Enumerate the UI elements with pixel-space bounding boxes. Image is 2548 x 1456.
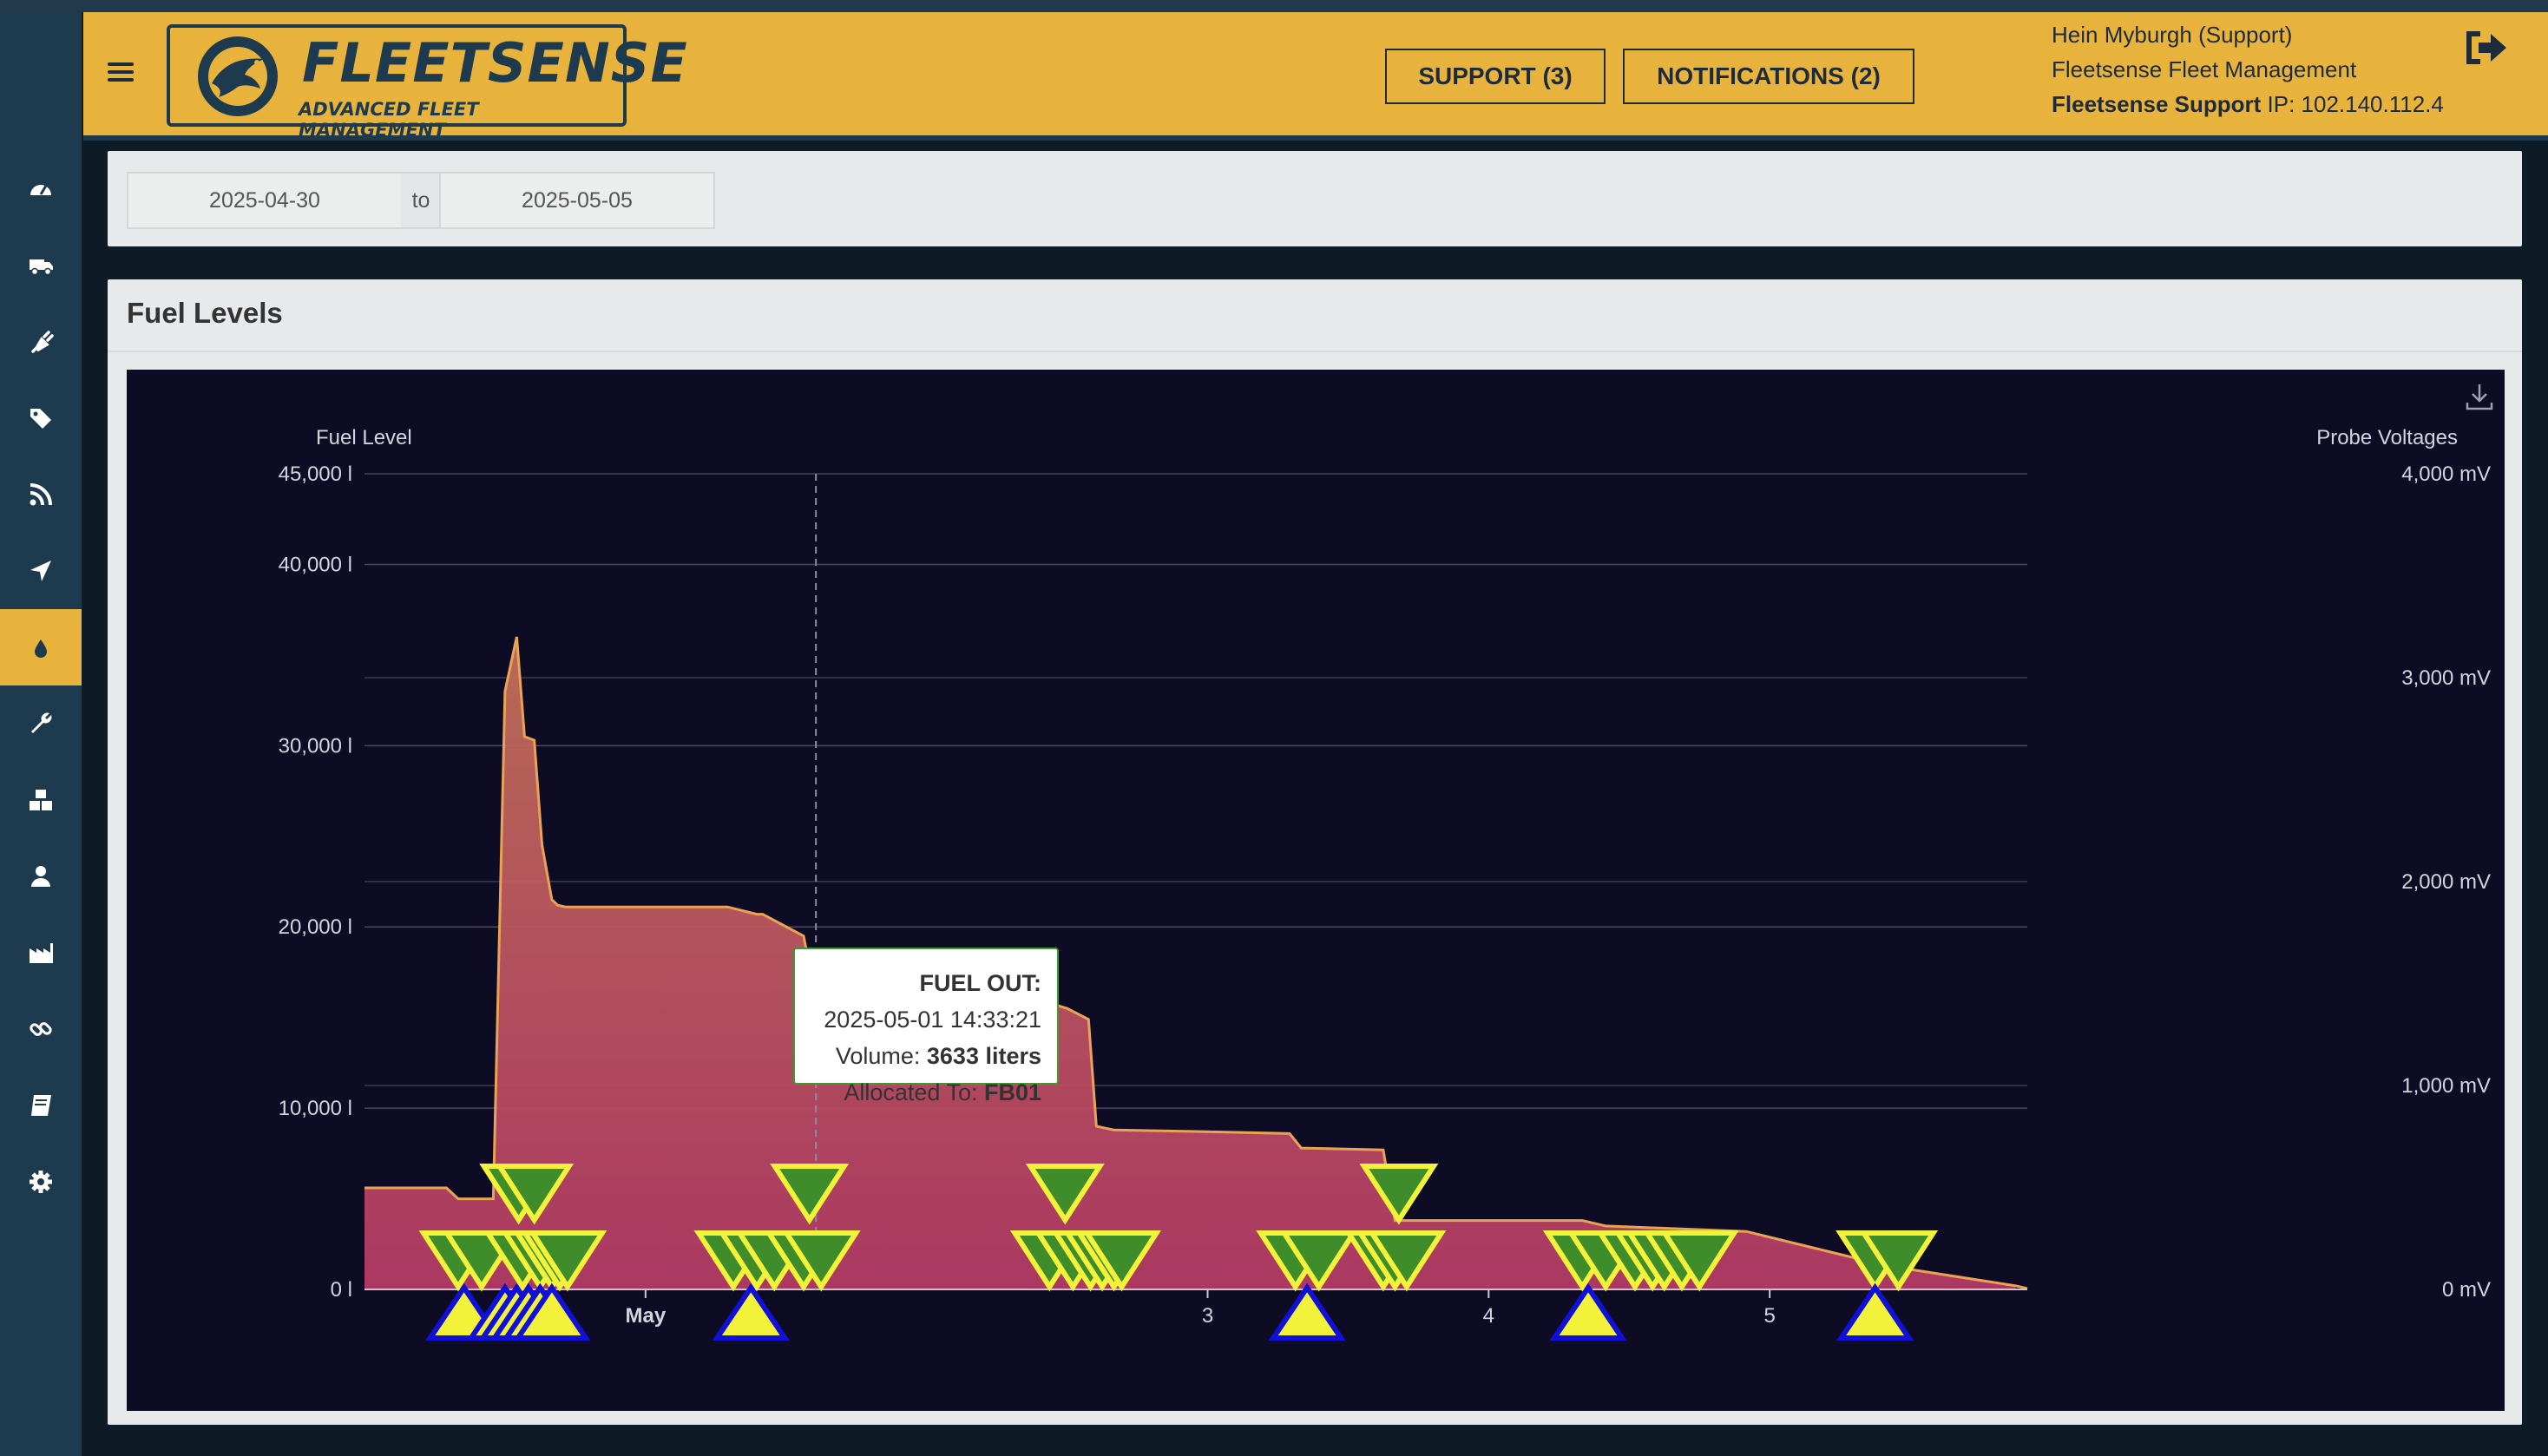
date-range-panel: 2025-04-30 to 2025-05-05 <box>108 151 2522 246</box>
sidebar-item-plug[interactable] <box>0 304 82 380</box>
plug-icon <box>31 331 54 353</box>
sidebar <box>0 0 82 1456</box>
date-from-input[interactable]: 2025-04-30 <box>127 172 403 229</box>
industry-icon <box>30 943 53 963</box>
right-tick-label: 2,000 mV <box>2401 870 2491 894</box>
wrench-icon <box>31 712 52 733</box>
account-line: Fleetsense Support IP: 102.140.112.4 <box>2052 87 2503 121</box>
fuel-area <box>364 637 2016 1289</box>
gear-icon <box>30 1171 52 1193</box>
user-name: Hein Myburgh (Support) <box>2052 22 2293 48</box>
sidebar-item-cubes[interactable] <box>0 762 82 838</box>
rss-icon <box>30 483 52 506</box>
tooltip-timestamp: 2025-05-01 14:33:21 <box>824 1007 1041 1033</box>
sidebar-item-fuel-drop[interactable] <box>0 609 82 685</box>
x-tick-label: 4 <box>1483 1304 1494 1328</box>
sidebar-item-dashboard[interactable] <box>0 151 82 227</box>
fuel-levels-panel: Fuel Levels 0 l 10,000 l 20,000 l 30,000 l 4… <box>108 279 2522 1425</box>
tooltip-volume-value: 3633 liters <box>926 1043 1041 1069</box>
sidebar-item-location-arrow[interactable] <box>0 533 82 609</box>
date-to-input[interactable]: 2025-05-05 <box>439 172 715 229</box>
tooltip-allocated: Allocated To: FB01 <box>795 1074 1041 1111</box>
right-tick-label: 0 mV <box>2442 1278 2491 1302</box>
company-name: Fleetsense Fleet Management <box>2052 56 2357 82</box>
user-icon <box>31 866 50 887</box>
tooltip-volume-label: Volume: <box>835 1043 927 1069</box>
left-tick-label: 20,000 l <box>279 915 352 939</box>
x-tick-label: May <box>625 1304 666 1328</box>
x-tick-label: 3 <box>1202 1304 1213 1328</box>
fuel-drop-icon <box>35 639 47 658</box>
left-tick-label: 0 l <box>331 1278 352 1302</box>
fuel-in-marker <box>1268 1282 1346 1341</box>
left-tick-label: 10,000 l <box>279 1097 352 1120</box>
sidebar-item-truck[interactable] <box>0 227 82 304</box>
sidebar-item-industry[interactable] <box>0 915 82 991</box>
sidebar-item-rss[interactable] <box>0 456 82 533</box>
header: FLEETSENSE ADVANCED FLEET MANAGEMENT SUP… <box>83 12 2548 141</box>
fuel-in-marker <box>1549 1282 1627 1341</box>
logo-title: FLEETSENSE <box>302 31 688 95</box>
logout-icon[interactable] <box>2461 26 2510 69</box>
tooltip-allocated-value: FB01 <box>983 1079 1041 1105</box>
fuel-in-marker <box>1835 1282 1914 1341</box>
right-axis-title: Probe Voltages <box>2316 426 2458 449</box>
logo-subtitle: ADVANCED FLEET MANAGEMENT <box>299 99 479 141</box>
fleetsense-logo[interactable]: FLEETSENSE ADVANCED FLEET MANAGEMENT <box>167 24 687 141</box>
panel-divider <box>108 351 2522 352</box>
book-icon <box>31 1095 51 1116</box>
sidebar-item-wrench[interactable] <box>0 685 82 762</box>
left-axis-title: Fuel Level <box>316 426 412 449</box>
fuel-in-marker <box>712 1282 790 1341</box>
dashboard-icon <box>30 185 51 195</box>
left-tick-label: 30,000 l <box>279 734 352 758</box>
eagle-wheel-icon <box>198 36 278 116</box>
ip-address: IP: 102.140.112.4 <box>2261 91 2444 117</box>
left-tick-label: 40,000 l <box>279 553 352 576</box>
sidebar-item-gear[interactable] <box>0 1144 82 1220</box>
link-icon <box>30 1022 52 1036</box>
x-tick-label: 5 <box>1763 1304 1775 1328</box>
right-tick-label: 1,000 mV <box>2401 1074 2491 1098</box>
user-info: Hein Myburgh (Support) Fleetsense Fleet … <box>2052 17 2503 121</box>
tooltip-allocated-label: Allocated To: <box>844 1079 984 1105</box>
chart-canvas[interactable]: 0 l 10,000 l 20,000 l 30,000 l 40,000 l 45,00… <box>127 370 2505 1411</box>
left-tick-label: 45,000 l <box>279 462 352 486</box>
notifications-button[interactable]: NOTIFICATIONS (2) <box>1623 49 1914 104</box>
download-icon[interactable] <box>2465 382 2494 411</box>
tooltip-heading: FUEL OUT: <box>919 970 1042 996</box>
fuel-level-chart[interactable]: 0 l 10,000 l 20,000 l 30,000 l 40,000 l 45,00… <box>127 370 2505 1411</box>
menu-toggle-icon[interactable] <box>108 62 134 85</box>
account-label: Fleetsense Support <box>2052 91 2262 117</box>
sidebar-item-tags[interactable] <box>0 380 82 456</box>
tooltip-volume: Volume: 3633 liters <box>795 1038 1041 1074</box>
panel-title: Fuel Levels <box>127 297 283 329</box>
header-topline <box>0 0 2548 12</box>
tags-icon <box>30 409 51 429</box>
sidebar-item-book[interactable] <box>0 1067 82 1144</box>
chart-tooltip: FUEL OUT: 2025-05-01 14:33:21 Volume: 36… <box>793 948 1059 1105</box>
right-tick-label: 3,000 mV <box>2401 666 2491 690</box>
sidebar-item-link[interactable] <box>0 991 82 1067</box>
support-button[interactable]: SUPPORT (3) <box>1385 49 1606 104</box>
cubes-icon <box>30 790 52 810</box>
location-arrow-icon <box>30 561 51 581</box>
right-tick-label: 4,000 mV <box>2401 462 2491 486</box>
sidebar-item-user[interactable] <box>0 838 82 915</box>
truck-icon <box>30 259 53 276</box>
date-range-separator: to <box>401 172 441 229</box>
